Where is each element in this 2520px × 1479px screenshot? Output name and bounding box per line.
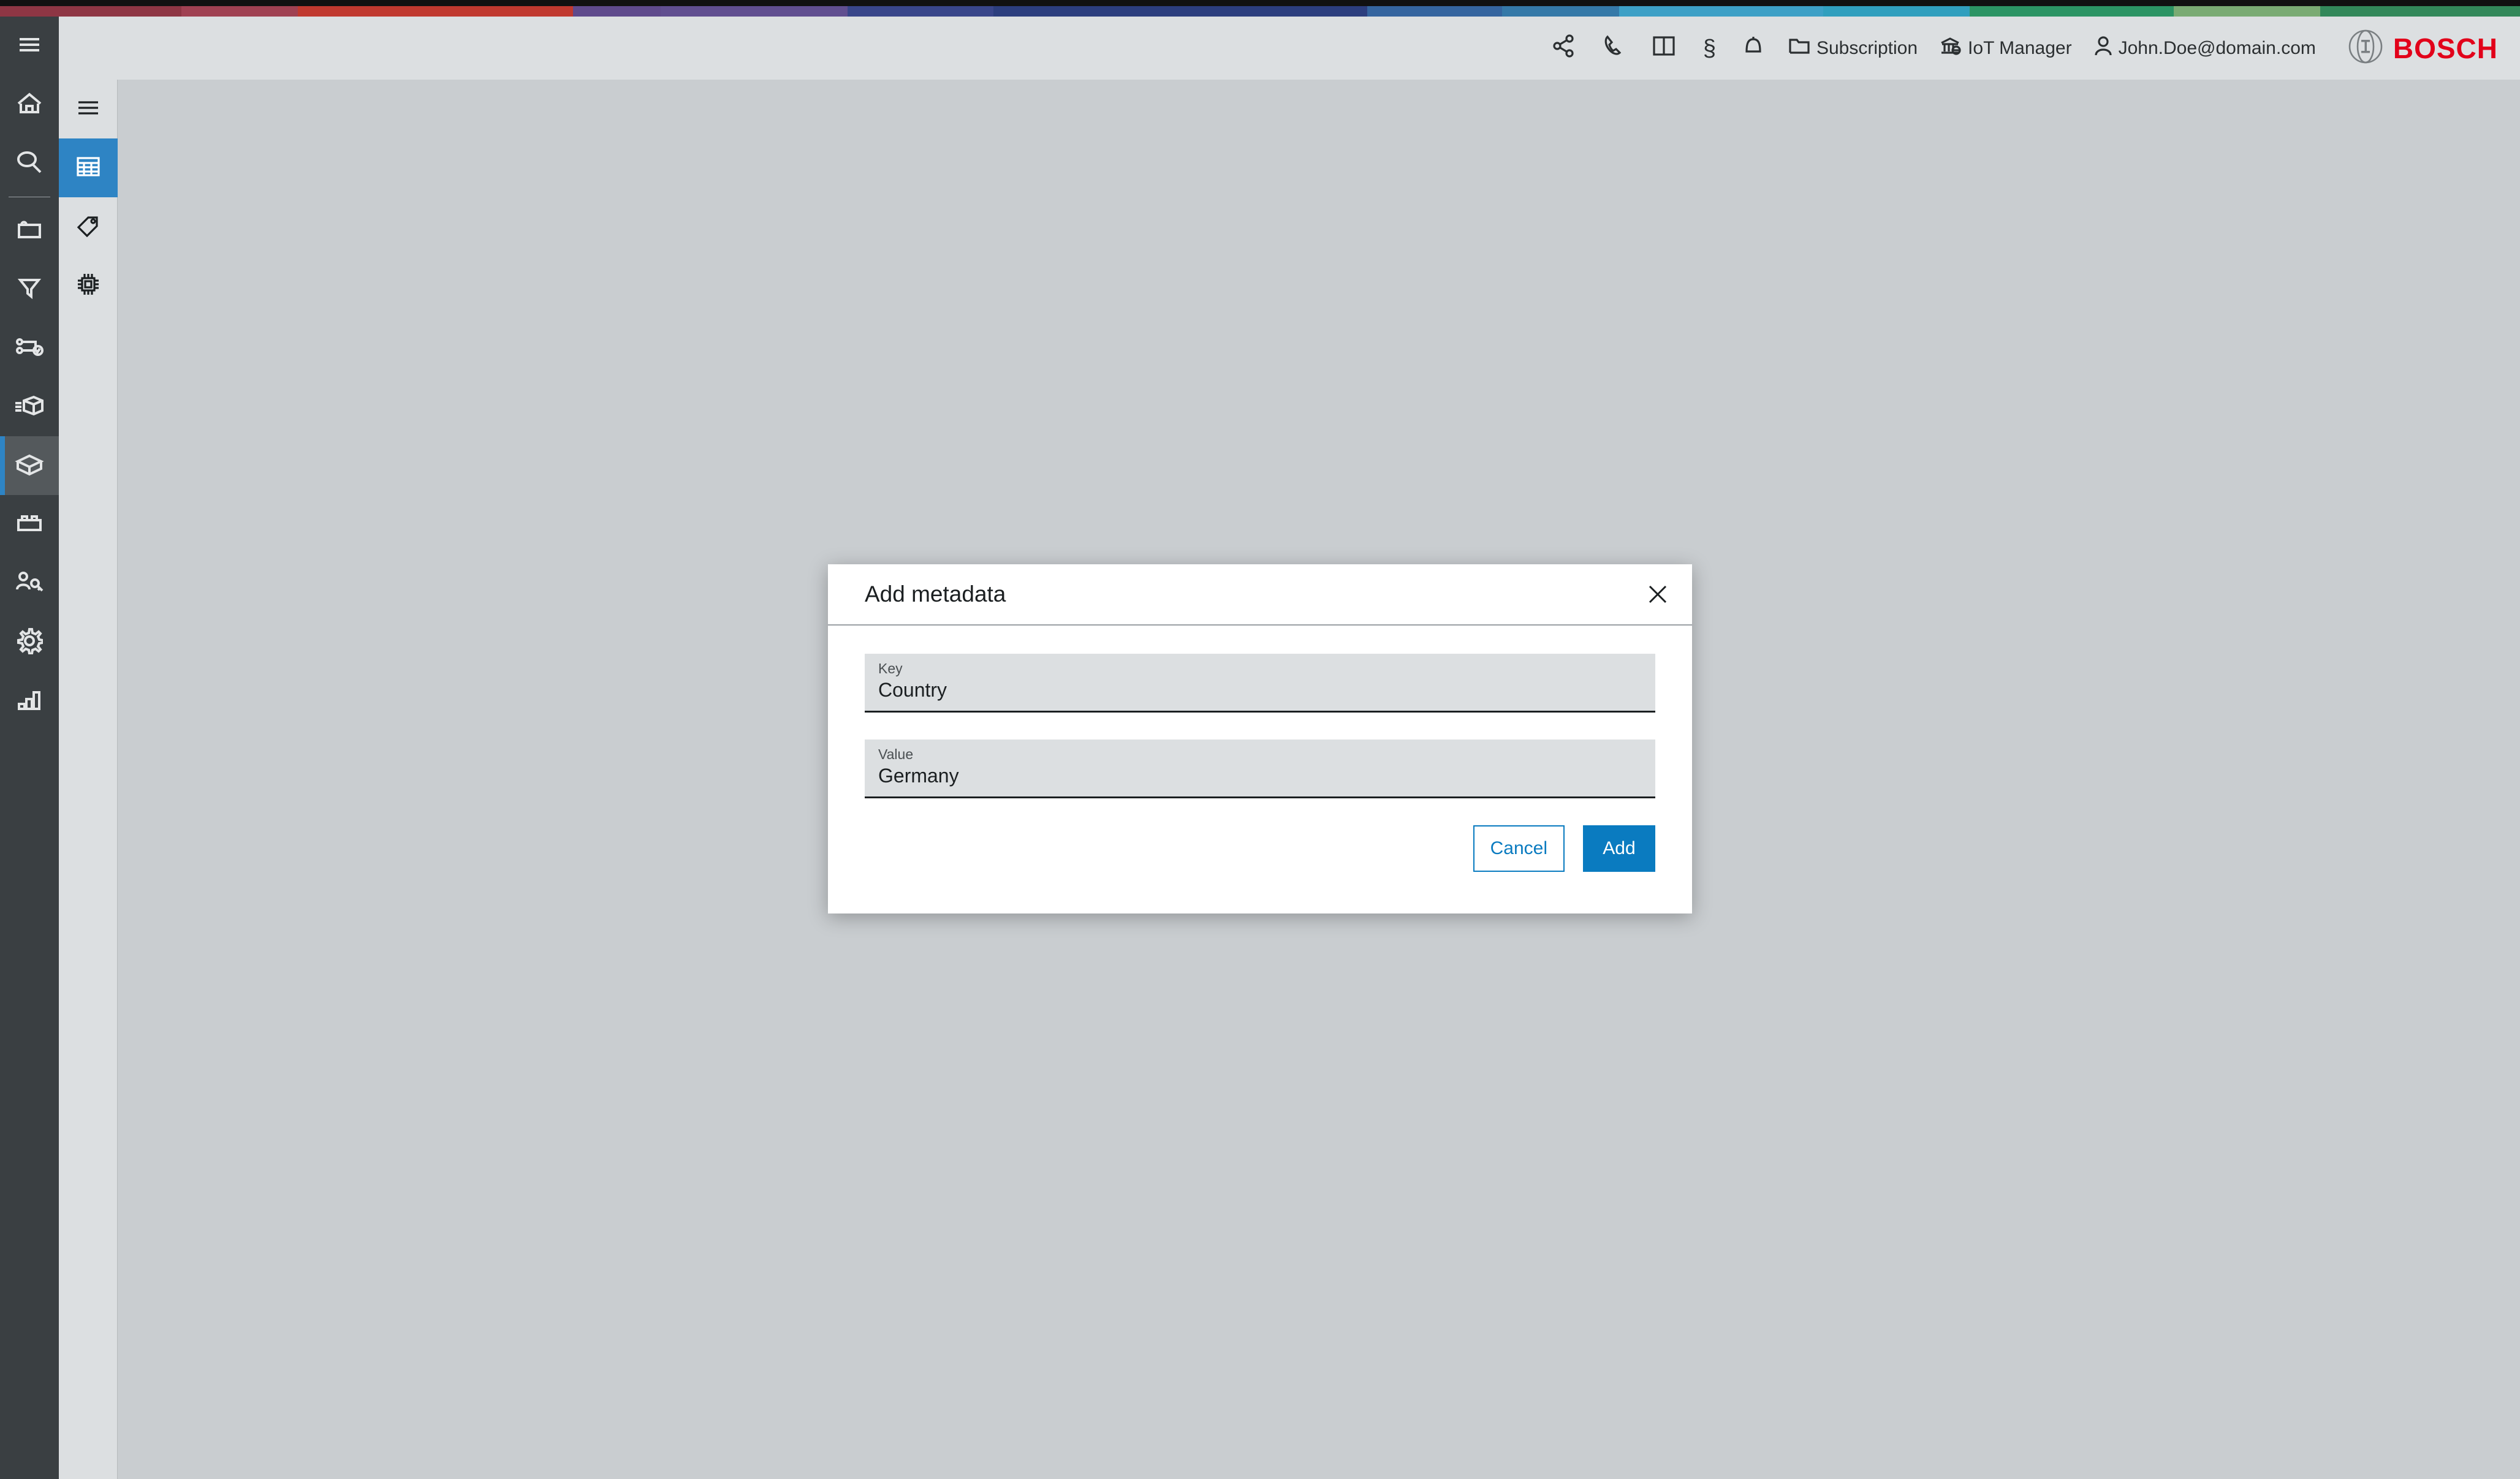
tab-chip[interactable] xyxy=(59,256,118,315)
subscription-button[interactable]: Subscription xyxy=(1777,17,1929,80)
phone-button[interactable] xyxy=(1589,17,1638,80)
key-field-label: Key xyxy=(878,660,903,676)
user-icon xyxy=(2094,36,2112,61)
dialog-body: Key Value xyxy=(828,626,1692,798)
documentation-button[interactable] xyxy=(1638,17,1690,80)
filter-icon xyxy=(17,276,42,303)
table-view-icon xyxy=(76,156,101,180)
menu-icon xyxy=(17,36,42,57)
share-icon xyxy=(1552,34,1576,62)
iot-manager-button[interactable]: IoT Manager xyxy=(1929,17,2083,80)
chip-icon xyxy=(76,272,101,300)
hamburger-icon-button[interactable] xyxy=(59,80,118,138)
device-icon xyxy=(15,219,44,243)
tab-tags[interactable] xyxy=(59,197,118,256)
user-access-icon xyxy=(15,571,44,596)
search-icon xyxy=(16,149,43,178)
sidebar-item-settings[interactable] xyxy=(0,613,59,671)
app-header: § Subscription IoT Manager John.Doe@doma… xyxy=(59,17,2520,80)
key-field[interactable]: Key xyxy=(865,654,1655,713)
package-lines-icon xyxy=(14,395,45,420)
sidebar-item-home[interactable] xyxy=(0,75,59,134)
phone-icon xyxy=(1603,34,1625,62)
bosch-logo: BOSCH xyxy=(2348,29,2498,67)
statistics-icon xyxy=(17,689,42,713)
user-email-label: John.Doe@domain.com xyxy=(2118,37,2316,58)
sidebar-item-filters[interactable] xyxy=(0,260,59,319)
close-icon[interactable] xyxy=(1641,577,1675,611)
tab-table-view[interactable] xyxy=(59,138,118,197)
value-field-label: Value xyxy=(878,746,914,762)
book-icon xyxy=(1652,35,1676,62)
iot-manager-label: IoT Manager xyxy=(1968,37,2072,58)
bell-icon xyxy=(1743,34,1764,62)
bank-globe-icon xyxy=(1940,36,1962,61)
value-input[interactable] xyxy=(878,765,1642,788)
distribution-set-icon xyxy=(14,453,45,479)
hamburger-icon xyxy=(77,99,100,119)
rollout-icon xyxy=(15,337,44,360)
sidebar-item-search[interactable] xyxy=(0,134,59,193)
section-sign-icon: § xyxy=(1702,35,1716,61)
dialog-buttons: Cancel Add xyxy=(828,825,1692,872)
secondary-nav-rail xyxy=(59,80,118,1479)
sidebar-item-access-management[interactable] xyxy=(0,554,59,613)
bosch-wordmark: BOSCH xyxy=(2393,32,2498,64)
software-module-icon xyxy=(15,514,44,535)
primary-nav-rail xyxy=(0,17,59,1479)
dialog-header: Add metadata xyxy=(828,564,1692,626)
sidebar-item-distribution-sets[interactable] xyxy=(0,436,59,495)
gear-icon xyxy=(16,627,44,657)
sidebar-item-rollout[interactable] xyxy=(0,319,59,377)
legal-button[interactable]: § xyxy=(1690,17,1729,80)
add-button[interactable]: Add xyxy=(1583,825,1655,872)
dialog-title: Add metadata xyxy=(865,581,1006,607)
tag-icon xyxy=(76,214,101,240)
home-icon xyxy=(16,91,43,119)
add-metadata-dialog: Add metadata Key Value Cancel Add xyxy=(828,564,1692,913)
sidebar-item-statistics[interactable] xyxy=(0,671,59,730)
menu-icon-button[interactable] xyxy=(0,17,59,75)
share-button[interactable] xyxy=(1539,17,1589,80)
notifications-button[interactable] xyxy=(1729,17,1777,80)
sidebar-item-software-modules[interactable] xyxy=(0,495,59,554)
key-input[interactable] xyxy=(878,679,1642,702)
subscription-label: Subscription xyxy=(1816,37,1918,58)
folder-icon xyxy=(1788,37,1810,60)
window-top-strip xyxy=(0,0,2520,6)
bosch-symbol-icon xyxy=(2348,29,2383,67)
user-account-button[interactable]: John.Doe@domain.com xyxy=(2083,17,2327,80)
value-field[interactable]: Value xyxy=(865,740,1655,798)
sidebar-item-devices[interactable] xyxy=(0,201,59,260)
cancel-button[interactable]: Cancel xyxy=(1473,825,1565,872)
sidebar-item-packages[interactable] xyxy=(0,377,59,436)
